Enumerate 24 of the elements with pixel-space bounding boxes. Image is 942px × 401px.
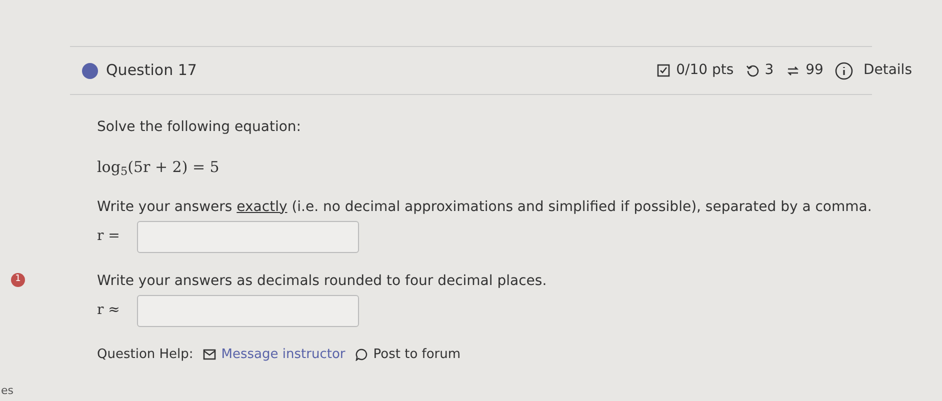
attempts-count: 3	[764, 61, 774, 80]
help-label: Question Help:	[97, 346, 194, 364]
checkbox-icon	[657, 64, 670, 77]
answer-instructions: Write your answers exactly (i.e. no decimal approximations and simplified if possible), separated by a comma.	[97, 198, 873, 216]
hint-badge: 1	[11, 272, 25, 286]
submissions-count: 99	[806, 61, 824, 80]
equation: log$_{5}$(5r + 2) = 5	[97, 157, 220, 178]
answer-field[interactable]	[137, 220, 359, 252]
message-instructor-link[interactable]: Message instructor	[203, 344, 346, 364]
answer-field[interactable]	[137, 294, 359, 326]
chat-bubble-icon	[355, 348, 368, 361]
question-title: Question 17	[106, 60, 197, 82]
mail-icon	[203, 348, 216, 360]
variable-label: r =	[97, 227, 121, 246]
info-icon	[835, 62, 854, 80]
question-prompt: Solve the following equation:	[97, 118, 302, 137]
repeat-icon	[786, 64, 800, 78]
answer-instructions: Write your answers as decimals rounded to four decimal places.	[97, 272, 548, 290]
score-text: 0/10 pts	[676, 61, 734, 80]
forum-link[interactable]: Post to forum	[355, 344, 461, 364]
retry-icon	[746, 64, 759, 77]
variable-label: r ≈	[97, 301, 121, 320]
details-link[interactable]: Details	[863, 60, 912, 81]
corner-text: es	[1, 382, 14, 398]
